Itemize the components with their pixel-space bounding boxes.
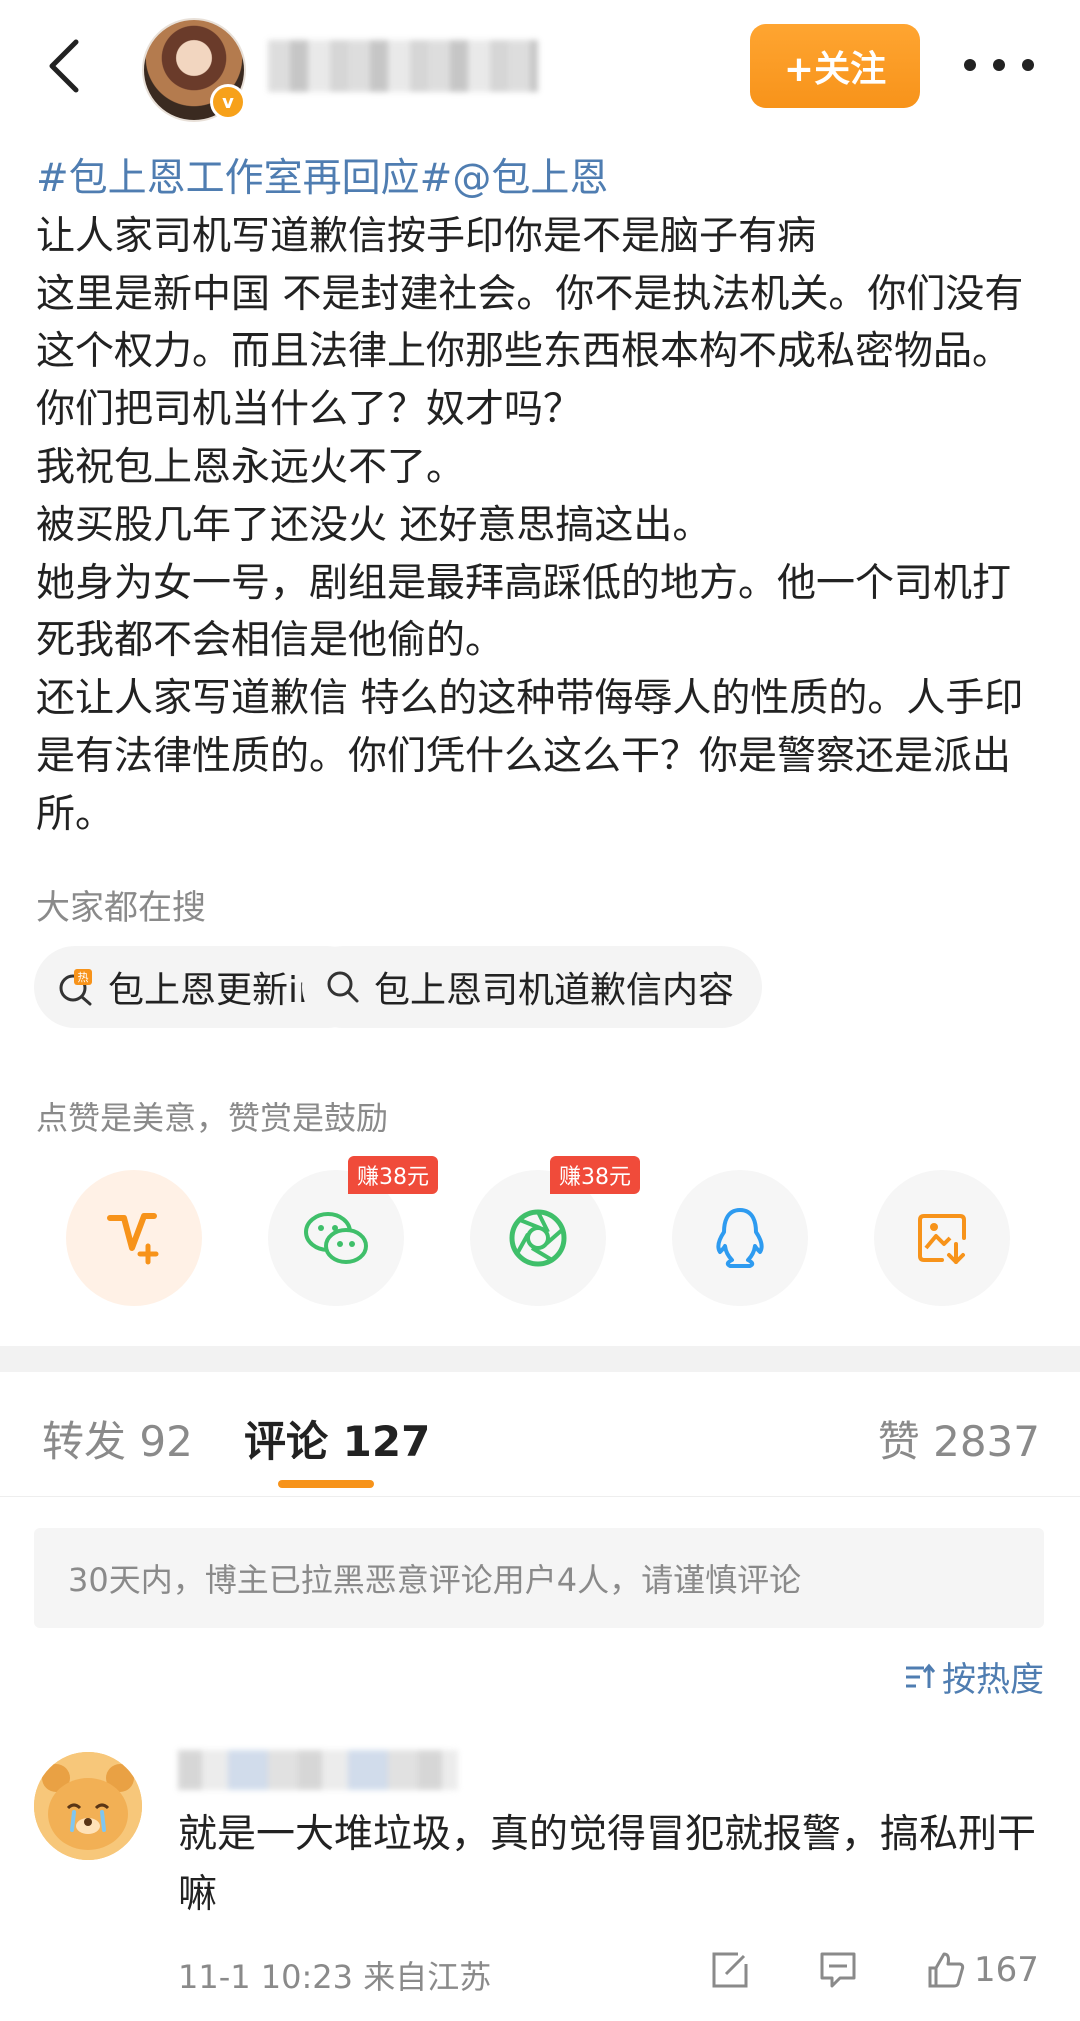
save-image-icon — [918, 1214, 966, 1264]
bear-avatar-icon — [34, 1752, 142, 1860]
post-line: 被买股几年了还没火 还好意思搞这出。 — [36, 502, 712, 548]
share-qq-button[interactable] — [672, 1170, 808, 1306]
search-chip[interactable]: 包上恩司机道歉信内容 — [302, 946, 763, 1028]
author-name-blurred[interactable] — [268, 40, 538, 92]
reward-title: 点赞是美意，赞赏是鼓励 — [36, 1099, 389, 1137]
svg-text:热: 热 — [78, 971, 89, 984]
sort-label: 按热度 — [942, 1660, 1044, 1700]
save-image-button[interactable] — [874, 1170, 1010, 1306]
earn-badge: 赚38元 — [348, 1156, 438, 1194]
repost-comment-button[interactable] — [708, 1948, 752, 1992]
verified-badge-icon: v — [210, 84, 246, 120]
post-line: 我祝包上恩永远火不了。 — [36, 444, 466, 490]
commenter-name-blurred[interactable] — [178, 1750, 458, 1790]
post-line: 她身为女一号，剧组是最拜高踩低的地方。他一个司机打死我都不会相信是他偷的。 — [36, 560, 1012, 664]
commenter-avatar[interactable] — [34, 1752, 142, 1860]
search-icon — [327, 971, 359, 1003]
search-chip-label: 包上恩司机道歉信内容 — [374, 970, 735, 1011]
like-comment-button[interactable]: 167 — [924, 1948, 1039, 1992]
comment-meta: 11-1 10:23 来自江苏 — [178, 1958, 492, 1996]
trending-search-title: 大家都在搜 — [36, 888, 206, 928]
v-plus-icon — [107, 1213, 159, 1265]
like-count: 167 — [974, 1950, 1039, 1990]
share-moments-button[interactable]: 赚38元 — [470, 1156, 640, 1306]
post-topic-link[interactable]: #包上恩工作室再回应#@包上恩 — [36, 150, 1046, 208]
comment-notice: 30天内，博主已拉黑恶意评论用户4人，请谨慎评论 — [34, 1528, 1044, 1628]
post-line: 让人家司机写道歉信按手印你是不是脑子有病 — [36, 213, 817, 259]
author-avatar[interactable]: v — [142, 18, 246, 122]
thumbs-up-icon — [928, 1952, 965, 1988]
reward-v-button[interactable] — [66, 1170, 202, 1306]
qq-penguin-icon — [716, 1208, 764, 1268]
comment-text: 就是一大堆垃圾，真的觉得冒犯就报警，搞私刑干嘛 — [178, 1812, 1037, 1917]
reply-comment-button[interactable] — [816, 1948, 860, 1992]
wechat-icon — [304, 1212, 368, 1264]
share-wechat-button[interactable]: 赚38元 — [268, 1156, 438, 1306]
top-bar: v +关注 — [0, 0, 1080, 130]
sort-icon — [906, 1663, 936, 1688]
post-content: #包上恩工作室再回应#@包上恩 让人家司机写道歉信按手印你是不是脑子有病 这里是… — [36, 150, 1046, 844]
interaction-tabs: 转发 92 评论 127 赞 2837 — [0, 1372, 1080, 1497]
active-tab-indicator — [278, 1480, 374, 1488]
tab-repost[interactable]: 转发 92 — [42, 1408, 193, 1469]
follow-button[interactable]: +关注 — [750, 24, 920, 108]
post-line: 这里是新中国 不是封建社会。你不是执法机关。你们没有这个权力。而且法律上你那些东… — [36, 271, 1024, 433]
repost-icon — [712, 1952, 748, 1988]
tab-likes[interactable]: 赞 2837 — [878, 1408, 1040, 1469]
hot-search-icon: 热 — [59, 969, 92, 1006]
more-options-icon[interactable] — [964, 50, 1034, 80]
back-arrow-icon[interactable] — [38, 36, 98, 96]
share-row: 赚38元 赚38元 — [0, 1156, 1080, 1310]
section-divider — [0, 1346, 1080, 1372]
tab-comments[interactable]: 评论 127 — [244, 1408, 430, 1469]
sort-by-hot-button[interactable]: 按热度 — [902, 1652, 1044, 1701]
post-line: 还让人家写道歉信 特么的这种带侮辱人的性质的。人手印是有法律性质的。你们凭什么这… — [36, 676, 1024, 837]
earn-badge: 赚38元 — [550, 1156, 640, 1194]
moments-aperture-icon — [509, 1209, 567, 1267]
comment-bubble-icon — [820, 1952, 856, 1988]
